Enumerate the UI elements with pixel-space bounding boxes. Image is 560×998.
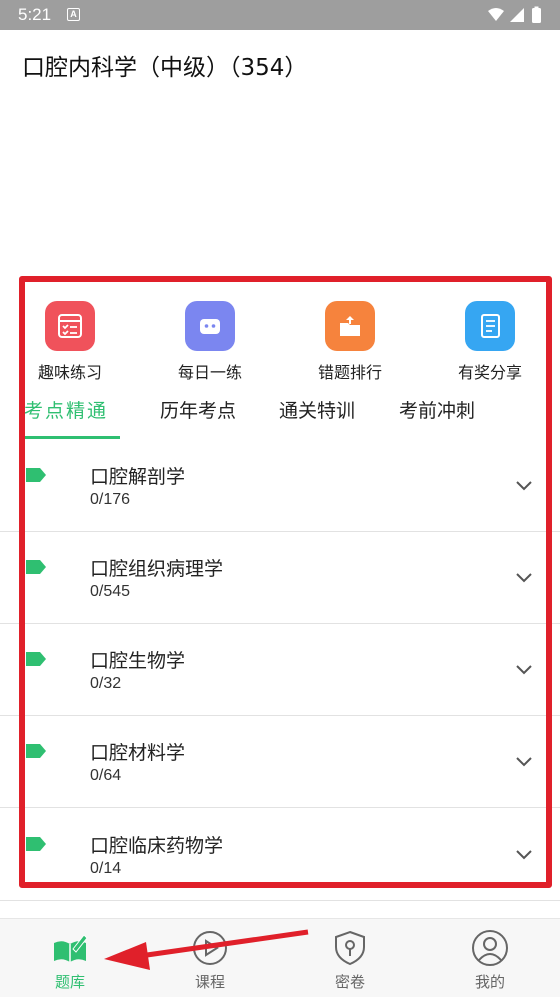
folder-upload-icon	[325, 301, 375, 351]
battery-icon	[532, 8, 541, 23]
chapter-tag-icon	[26, 837, 46, 851]
chapter-name: 口腔组织病理学	[90, 558, 224, 580]
quick-action-label: 有奖分享	[457, 363, 522, 382]
bottom-nav: 题库 课程 密卷 我的	[0, 918, 560, 997]
status-bar: 5:21 A	[0, 0, 560, 30]
checklist-icon	[45, 301, 95, 351]
notification-a-icon: A	[67, 8, 80, 21]
notebook-icon	[465, 301, 515, 351]
tab-clearance-training[interactable]: 通关特训	[279, 396, 355, 423]
page-title: 口腔内科学（中级）（354）	[22, 55, 308, 81]
chapter-item[interactable]: 口腔临床药物学 0/14	[0, 809, 560, 901]
quick-action-wrong-ranking[interactable]: 错题排行	[290, 298, 410, 383]
chapter-progress: 0/32	[90, 675, 122, 692]
tab-past-exams[interactable]: 历年考点	[160, 396, 236, 423]
chevron-down-icon[interactable]	[515, 572, 533, 584]
chapter-tag-icon	[26, 744, 46, 758]
chapter-name: 口腔生物学	[90, 650, 186, 672]
quick-action-fun-practice[interactable]: 趣味练习	[10, 298, 130, 383]
chapter-item[interactable]: 口腔解剖学 0/176	[0, 440, 560, 532]
nav-label: 题库	[54, 973, 85, 991]
nav-question-bank[interactable]: 题库	[20, 919, 120, 998]
chevron-down-icon[interactable]	[515, 664, 533, 676]
chevron-down-icon[interactable]	[515, 480, 533, 492]
tab-key-points[interactable]: 考点精通	[24, 396, 108, 423]
tab-pre-exam-sprint[interactable]: 考前冲刺	[399, 396, 475, 423]
chapter-item[interactable]: 口腔生物学 0/32	[0, 624, 560, 716]
signal-icon	[510, 8, 524, 22]
chapter-tag-icon	[26, 560, 46, 574]
book-pen-icon	[54, 934, 88, 962]
nav-label: 我的	[474, 973, 505, 991]
chapter-name: 口腔解剖学	[90, 466, 186, 488]
tab-active-indicator	[24, 436, 120, 439]
quick-action-label: 趣味练习	[37, 363, 102, 382]
robot-icon	[185, 301, 235, 351]
chapter-progress: 0/14	[90, 860, 122, 877]
chapter-name: 口腔材料学	[90, 742, 186, 764]
chapter-progress: 0/176	[90, 491, 131, 508]
shield-key-icon	[335, 930, 365, 966]
chapter-tag-icon	[26, 652, 46, 666]
nav-label: 密卷	[334, 973, 365, 991]
status-time: 5:21	[18, 5, 52, 24]
user-icon	[472, 930, 508, 966]
quick-action-label: 每日一练	[177, 363, 242, 382]
chapter-item[interactable]: 口腔材料学 0/64	[0, 716, 560, 808]
chevron-down-icon[interactable]	[515, 756, 533, 768]
quick-action-reward-share[interactable]: 有奖分享	[430, 298, 550, 383]
status-icons	[488, 6, 541, 23]
nav-label: 课程	[194, 973, 225, 991]
chevron-down-icon[interactable]	[515, 849, 533, 861]
nav-courses[interactable]: 课程	[160, 919, 260, 998]
nav-secret-papers[interactable]: 密卷	[300, 919, 400, 998]
chapter-name: 口腔临床药物学	[90, 835, 224, 857]
play-circle-icon	[193, 931, 227, 965]
chapter-item[interactable]: 口腔组织病理学 0/545	[0, 532, 560, 624]
category-tabs: 考点精通 历年考点 通关特训 考前冲刺	[0, 392, 560, 440]
chapter-progress: 0/545	[90, 583, 131, 600]
wifi-icon	[488, 8, 504, 21]
chapter-tag-icon	[26, 468, 46, 482]
quick-action-label: 错题排行	[317, 363, 382, 382]
chapter-progress: 0/64	[90, 767, 122, 784]
quick-action-daily-practice[interactable]: 每日一练	[150, 298, 270, 383]
nav-profile[interactable]: 我的	[440, 919, 540, 998]
quick-actions: 趣味练习 每日一练 错题排行 有奖分享	[0, 298, 560, 388]
